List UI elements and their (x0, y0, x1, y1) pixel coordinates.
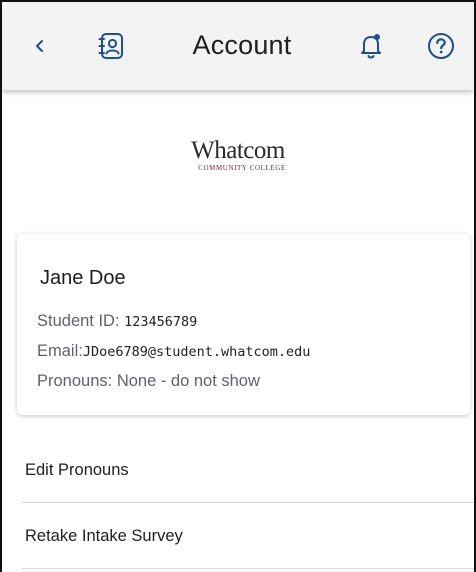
account-page: Whatcom COMMUNITY COLLEGE Jane Doe Stude… (2, 90, 474, 572)
student-id-label: Student ID: (37, 312, 120, 330)
logo-tagline: COMMUNITY COLLEGE (198, 164, 286, 172)
menu-item-edit-pronouns[interactable]: Edit Pronouns (22, 437, 474, 503)
help-icon (428, 33, 454, 59)
student-id-value: 123456789 (124, 314, 198, 330)
chevron-left-icon (36, 40, 43, 52)
email-label: Email: (37, 342, 83, 360)
college-logo: Whatcom COMMUNITY COLLEGE (2, 138, 474, 173)
email-value: JDoe6789@student.whatcom.edu (82, 344, 311, 360)
menu-item-label: Retake Intake Survey (25, 527, 183, 545)
student-name: Jane Doe (40, 267, 126, 289)
help-button[interactable] (421, 26, 461, 66)
bell-icon (361, 34, 381, 59)
menu-item-label: Edit Pronouns (25, 461, 129, 479)
pronouns-label: Pronouns: (37, 372, 113, 390)
menu-item-retake-intake-survey[interactable]: Retake Intake Survey (22, 503, 474, 569)
page-title: Account (192, 30, 292, 60)
pronouns-row: Pronouns: None - do not show (37, 372, 260, 391)
notifications-button[interactable] (351, 26, 391, 66)
pronouns-value: None - do not show (116, 372, 260, 390)
email-row: Email:JDoe6789@student.whatcom.edu (37, 342, 310, 361)
student-id-row: Student ID: 123456789 (37, 312, 197, 331)
contacts-button[interactable] (91, 26, 131, 66)
top-app-bar: Account (2, 2, 474, 90)
logo-wordmark: Whatcom (191, 137, 285, 164)
contact-book-icon (98, 33, 123, 59)
profile-card: Jane Doe Student ID: 123456789 Email:JDo… (17, 234, 470, 415)
back-button[interactable] (20, 26, 60, 66)
app-window: Account Whatcom COMMUNITY COLLEGE Jane D… (0, 0, 476, 572)
